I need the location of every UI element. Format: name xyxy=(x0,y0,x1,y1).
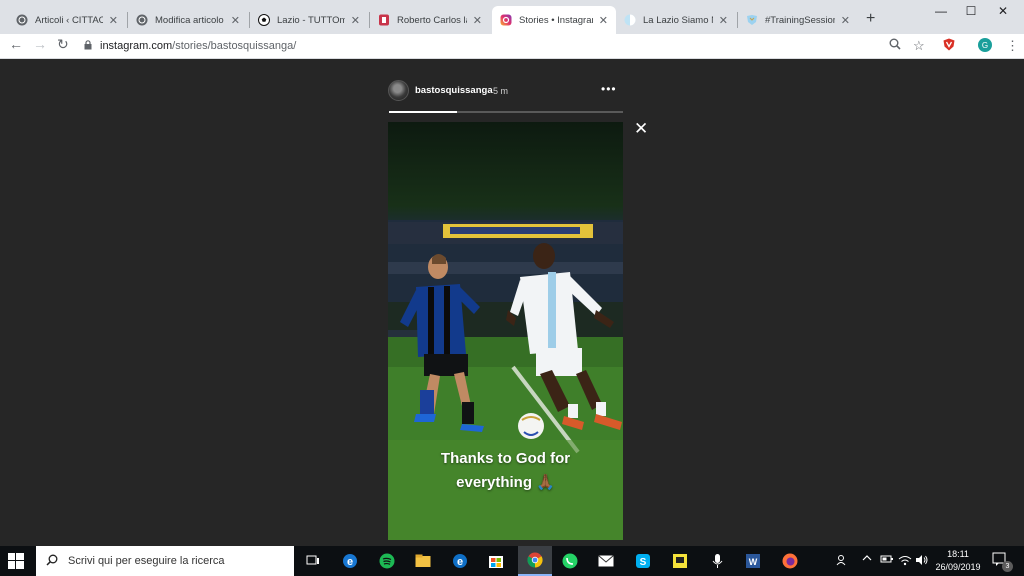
window-close-icon[interactable]: ✕ xyxy=(980,4,1024,18)
chevron-up-icon[interactable] xyxy=(862,554,872,565)
instagram-icon xyxy=(500,14,512,26)
lazio-icon xyxy=(624,14,636,26)
more-options-icon[interactable]: ••• xyxy=(601,82,617,96)
tab-title: Modifica articolo ‹ xyxy=(155,14,225,26)
wifi-icon[interactable] xyxy=(898,554,912,569)
close-icon[interactable]: ✕ xyxy=(634,119,648,139)
tab-instagram-stories[interactable]: Stories • Instagram ✕ xyxy=(492,6,616,34)
clock-time: 18:11 xyxy=(947,549,969,559)
caption-line: Thanks to God for xyxy=(440,450,571,467)
close-tab-icon[interactable]: ✕ xyxy=(473,14,482,27)
file-explorer-icon[interactable] xyxy=(414,553,432,569)
story-progress-fill xyxy=(389,111,457,113)
story-timestamp: 5 m xyxy=(493,86,509,96)
story-progress-bar xyxy=(389,111,623,113)
battery-icon[interactable] xyxy=(880,554,894,567)
taskbar-search-input[interactable]: Scrivi qui per eseguire la ricerca xyxy=(36,546,294,576)
spotify-icon[interactable] xyxy=(378,553,396,569)
close-tab-icon[interactable]: ✕ xyxy=(841,14,850,27)
tab-title: Lazio - TUTTOmerc xyxy=(277,14,345,26)
tab-articoli[interactable]: Articoli ‹ CITTACEL ✕ xyxy=(8,6,126,34)
chrome-icon[interactable] xyxy=(518,546,552,576)
story-username[interactable]: bastosquissanga xyxy=(415,85,493,96)
lazio-crest-icon xyxy=(746,14,758,26)
close-tab-icon[interactable]: ✕ xyxy=(719,14,728,27)
star-icon[interactable]: ☆ xyxy=(913,38,925,54)
tab-title: Articoli ‹ CITTACEL xyxy=(35,14,103,26)
mail-icon[interactable] xyxy=(597,553,615,569)
edge-browser-icon[interactable]: e xyxy=(451,553,469,569)
whatsapp-icon[interactable] xyxy=(561,553,579,569)
avatar[interactable] xyxy=(388,80,409,101)
back-arrow-icon[interactable]: ← xyxy=(9,36,23,52)
windows-start-icon[interactable] xyxy=(8,553,24,574)
reload-icon[interactable]: ↻ xyxy=(57,36,69,53)
url-path: /stories/bastosquissanga/ xyxy=(172,40,297,52)
store-icon[interactable] xyxy=(487,553,505,569)
soccer-ball-icon xyxy=(258,14,270,26)
voice-recorder-icon[interactable] xyxy=(708,553,726,569)
search-placeholder: Scrivi qui per eseguire la ricerca xyxy=(68,555,225,567)
word-icon[interactable]: W xyxy=(744,553,762,569)
tab-title: Stories • Instagram xyxy=(519,14,593,26)
caption-line: everything 🙏🏾 xyxy=(456,474,555,491)
story-media[interactable]: Thanks to God for everything 🙏🏾 xyxy=(388,122,623,540)
address-bar[interactable]: instagram.com/stories/bastosquissanga/ xyxy=(84,35,874,57)
url-domain: instagram.com xyxy=(100,40,173,52)
firefox-icon[interactable] xyxy=(781,553,799,569)
search-icon xyxy=(46,554,58,569)
tab-title: La Lazio Siamo No xyxy=(643,14,713,26)
site-icon xyxy=(378,14,390,26)
forward-arrow-icon[interactable]: → xyxy=(33,36,47,52)
close-tab-icon[interactable]: ✕ xyxy=(599,14,608,27)
screen: Articoli ‹ CITTACEL ✕ Modifica articolo … xyxy=(0,0,1024,576)
notification-count-badge: 3 xyxy=(1002,561,1013,572)
wordpress-icon xyxy=(16,14,28,26)
people-icon[interactable] xyxy=(836,554,850,569)
tab-training-session[interactable]: #TrainingSession | ✕ xyxy=(738,6,858,34)
story-caption: Thanks to God for everything 🙏🏾 xyxy=(388,447,623,495)
lock-icon xyxy=(84,40,92,52)
svg-text:e: e xyxy=(347,556,353,568)
tab-strip: Articoli ‹ CITTACEL ✕ Modifica articolo … xyxy=(0,0,1024,34)
svg-text:W: W xyxy=(749,557,758,567)
svg-text:e: e xyxy=(457,556,463,568)
taskbar-clock[interactable]: 18:11 26/09/2019 xyxy=(930,548,986,574)
tab-roberto-carlos[interactable]: Roberto Carlos lan ✕ xyxy=(370,6,490,34)
tab-title: Roberto Carlos lan xyxy=(397,14,467,26)
sticky-notes-icon[interactable] xyxy=(671,553,689,569)
zoom-icon[interactable] xyxy=(889,38,901,53)
new-tab-button[interactable]: + xyxy=(866,10,875,28)
tab-modifica[interactable]: Modifica articolo ‹ ✕ xyxy=(128,6,248,34)
close-tab-icon[interactable]: ✕ xyxy=(351,14,360,27)
menu-kebab-icon[interactable]: ⋮ xyxy=(1006,38,1019,54)
profile-avatar[interactable]: G xyxy=(978,38,992,52)
taskbar: Scrivi qui per eseguire la ricerca e e S… xyxy=(0,546,1024,576)
shield-extension-icon[interactable] xyxy=(943,38,955,54)
tab-title: #TrainingSession | xyxy=(765,14,835,26)
wordpress-icon xyxy=(136,14,148,26)
close-tab-icon[interactable]: ✕ xyxy=(231,14,240,27)
tab-la-lazio-siamo-noi[interactable]: La Lazio Siamo No ✕ xyxy=(616,6,736,34)
task-view-icon[interactable] xyxy=(304,553,322,569)
close-tab-icon[interactable]: ✕ xyxy=(109,14,118,27)
volume-icon[interactable] xyxy=(915,554,929,569)
clock-date: 26/09/2019 xyxy=(935,562,981,572)
svg-text:S: S xyxy=(640,557,647,568)
skype-icon[interactable]: S xyxy=(634,553,652,569)
browser-toolbar: ← → ↻ instagram.com/stories/bastosquissa… xyxy=(0,34,1024,59)
tab-lazio-tuttomercato[interactable]: Lazio - TUTTOmerc ✕ xyxy=(250,6,368,34)
edge-legacy-icon[interactable]: e xyxy=(341,553,359,569)
